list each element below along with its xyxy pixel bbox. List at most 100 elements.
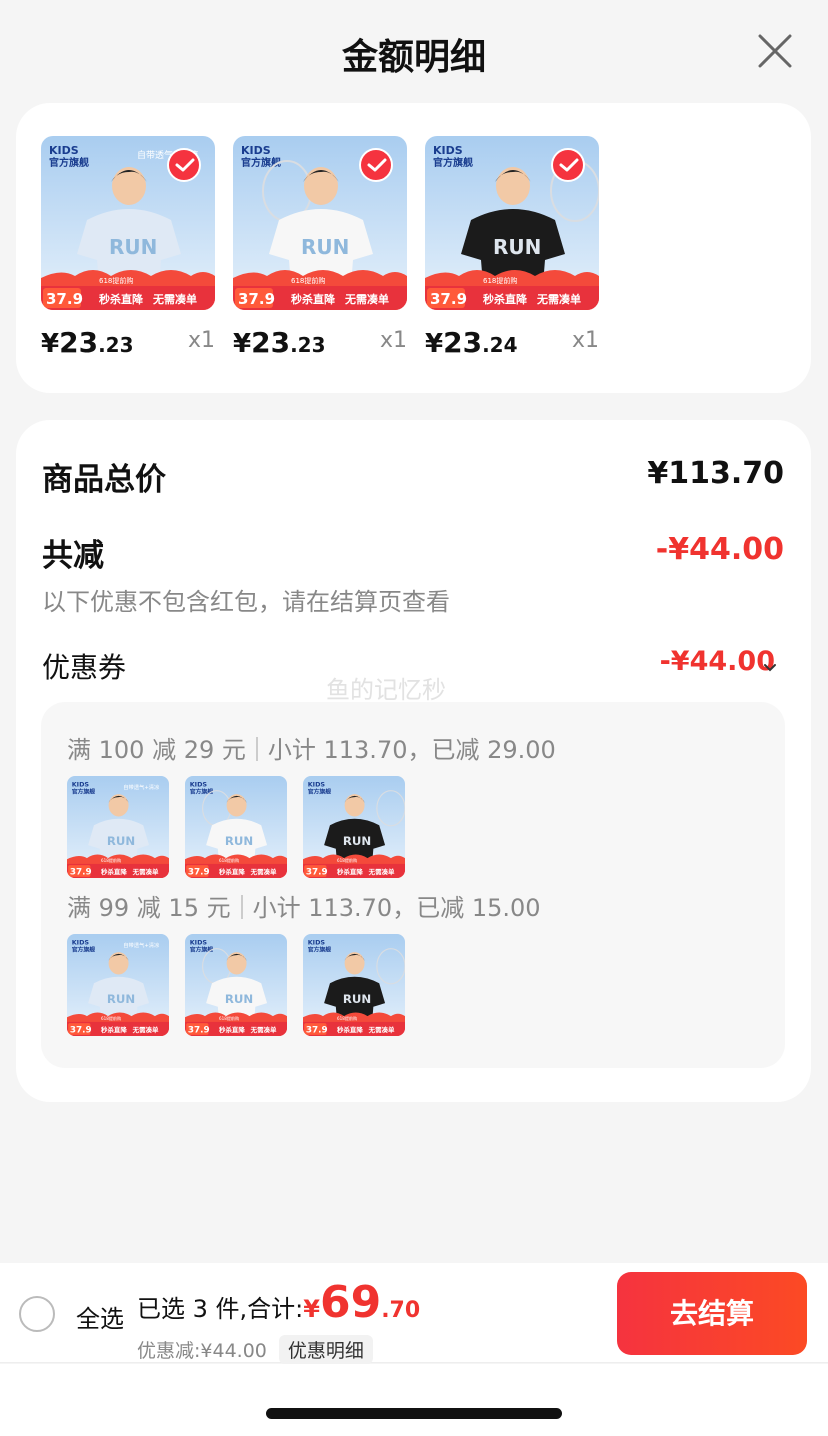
svg-text:RUN: RUN <box>301 235 349 259</box>
total-reduction-value: -¥44.00 <box>655 532 784 567</box>
product-price: ¥23.23 <box>233 326 326 359</box>
svg-text:秒杀直降: 秒杀直降 <box>337 867 363 876</box>
svg-text:618提前购: 618提前购 <box>337 1015 357 1021</box>
check-icon[interactable] <box>551 148 585 182</box>
select-all-label[interactable]: 全选 <box>76 1299 124 1334</box>
home-indicator[interactable] <box>266 1408 562 1419</box>
svg-text:37.9: 37.9 <box>306 1025 328 1035</box>
product-item[interactable]: KIDS 官方旗舰 RUN 618提前购 37.9 秒杀直降 无需凑单 ¥23.… <box>233 136 407 359</box>
product-price: ¥23.23 <box>41 326 134 359</box>
svg-text:官方旗舰: 官方旗舰 <box>241 156 281 169</box>
svg-text:RUN: RUN <box>225 834 253 848</box>
svg-text:秒杀直降: 秒杀直降 <box>483 292 528 306</box>
total-reduction-label: 共减 <box>42 538 104 574</box>
discount-detail-button[interactable]: 优惠明细 <box>278 1335 373 1364</box>
svg-text:KIDS: KIDS <box>72 781 90 789</box>
svg-text:无需凑单: 无需凑单 <box>132 1025 159 1034</box>
svg-text:RUN: RUN <box>493 235 541 259</box>
home-area <box>0 1364 828 1436</box>
svg-text:618提前购: 618提前购 <box>483 276 517 285</box>
svg-text:无需凑单: 无需凑单 <box>152 292 197 306</box>
svg-text:秒杀直降: 秒杀直降 <box>101 867 127 876</box>
svg-text:618提前购: 618提前购 <box>219 1015 239 1021</box>
svg-text:RUN: RUN <box>107 992 135 1006</box>
svg-text:秒杀直降: 秒杀直降 <box>219 1025 245 1034</box>
checkout-button[interactable]: 去结算 <box>617 1272 807 1355</box>
svg-text:37.9: 37.9 <box>70 867 92 877</box>
svg-text:KIDS: KIDS <box>49 144 79 157</box>
svg-text:无需凑单: 无需凑单 <box>536 292 581 306</box>
coupon-value[interactable]: -¥44.00 <box>660 646 775 677</box>
svg-text:无需凑单: 无需凑单 <box>368 867 395 876</box>
svg-text:秒杀直降: 秒杀直降 <box>337 1025 363 1034</box>
svg-text:无需凑单: 无需凑单 <box>344 292 389 306</box>
svg-text:37.9: 37.9 <box>188 1025 210 1035</box>
product-quantity: x1 <box>379 328 407 353</box>
discount-summary: 优惠减:¥44.00 优惠明细 <box>137 1335 373 1364</box>
product-quantity: x1 <box>571 328 599 353</box>
total-price-label: 商品总价 <box>42 462 166 498</box>
svg-text:秒杀直降: 秒杀直降 <box>219 867 245 876</box>
svg-text:618提前购: 618提前购 <box>101 857 121 863</box>
svg-text:KIDS: KIDS <box>190 781 208 789</box>
close-icon[interactable] <box>752 28 798 74</box>
svg-text:37.9: 37.9 <box>238 290 275 308</box>
svg-text:618提前购: 618提前购 <box>219 857 239 863</box>
svg-text:618提前购: 618提前购 <box>291 276 325 285</box>
svg-text:RUN: RUN <box>343 992 371 1006</box>
svg-text:37.9: 37.9 <box>46 290 83 308</box>
coupon-rule: 满 99 减 15 元小计 113.70，已减 15.00 <box>67 894 541 922</box>
watermark: 鱼的记忆秒 <box>326 676 446 704</box>
product-quantity: x1 <box>187 328 215 353</box>
coupon-product-thumbnail: KIDS 官方旗舰 自带透气+清凉 RUN 618提前购 37.9 秒杀直降 无… <box>67 776 169 878</box>
coupon-detail-box: 满 100 减 29 元小计 113.70，已减 29.00 KIDS 官方旗舰… <box>41 702 785 1068</box>
svg-text:KIDS: KIDS <box>308 939 326 947</box>
select-all-radio[interactable] <box>19 1296 55 1332</box>
page-title: 金额明细 <box>341 37 486 78</box>
svg-text:秒杀直降: 秒杀直降 <box>101 1025 127 1034</box>
coupon-label: 优惠券 <box>42 651 127 684</box>
product-price: ¥23.24 <box>425 326 518 359</box>
svg-text:无需凑单: 无需凑单 <box>250 867 277 876</box>
svg-text:KIDS: KIDS <box>308 781 326 789</box>
svg-text:无需凑单: 无需凑单 <box>250 1025 277 1034</box>
svg-text:秒杀直降: 秒杀直降 <box>291 292 336 306</box>
coupon-product-thumbnail: KIDS 官方旗舰 自带透气+清凉 RUN 618提前购 37.9 秒杀直降 无… <box>67 934 169 1036</box>
chevron-down-icon[interactable] <box>763 658 777 677</box>
svg-text:37.9: 37.9 <box>306 867 328 877</box>
svg-text:KIDS: KIDS <box>433 144 463 157</box>
svg-text:618提前购: 618提前购 <box>101 1015 121 1021</box>
check-icon[interactable] <box>359 148 393 182</box>
svg-text:RUN: RUN <box>343 834 371 848</box>
svg-text:KIDS: KIDS <box>190 939 208 947</box>
sheet-header: 金额明细 <box>0 0 828 104</box>
svg-text:KIDS: KIDS <box>72 939 90 947</box>
svg-text:RUN: RUN <box>225 992 253 1006</box>
svg-text:37.9: 37.9 <box>188 867 210 877</box>
svg-text:无需凑单: 无需凑单 <box>132 867 159 876</box>
coupon-product-thumbnail: KIDS 官方旗舰 RUN 618提前购 37.9 秒杀直降 无需凑单 <box>185 776 287 878</box>
svg-text:37.9: 37.9 <box>430 290 467 308</box>
svg-text:无需凑单: 无需凑单 <box>368 1025 395 1034</box>
selected-summary: 已选 3 件,合计:¥69.70 <box>137 1277 421 1328</box>
total-price-value: ¥113.70 <box>647 456 784 491</box>
svg-text:秒杀直降: 秒杀直降 <box>99 292 144 306</box>
checkout-bar: 全选 已选 3 件,合计:¥69.70 优惠减:¥44.00 优惠明细 去结算 <box>0 1263 828 1364</box>
discount-note: 以下优惠不包含红包，请在结算页查看 <box>42 588 450 616</box>
coupon-rule: 满 100 减 29 元小计 113.70，已减 29.00 <box>67 736 556 764</box>
product-item[interactable]: KIDS 官方旗舰 自带透气+清凉 RUN 618提前购 37.9 秒杀直降 无… <box>41 136 215 359</box>
svg-text:618提前购: 618提前购 <box>99 276 133 285</box>
svg-text:KIDS: KIDS <box>241 144 271 157</box>
svg-text:37.9: 37.9 <box>70 1025 92 1035</box>
svg-text:618提前购: 618提前购 <box>337 857 357 863</box>
product-card: KIDS 官方旗舰 自带透气+清凉 RUN 618提前购 37.9 秒杀直降 无… <box>16 103 811 393</box>
coupon-product-thumbnail: KIDS 官方旗舰 RUN 618提前购 37.9 秒杀直降 无需凑单 <box>185 934 287 1036</box>
svg-text:官方旗舰: 官方旗舰 <box>433 156 473 169</box>
svg-text:RUN: RUN <box>107 834 135 848</box>
price-summary-card: 商品总价 ¥113.70 共减 -¥44.00 以下优惠不包含红包，请在结算页查… <box>16 420 811 1102</box>
check-icon[interactable] <box>167 148 201 182</box>
product-item[interactable]: KIDS 官方旗舰 RUN 618提前购 37.9 秒杀直降 无需凑单 ¥23.… <box>425 136 599 359</box>
svg-text:RUN: RUN <box>109 235 157 259</box>
coupon-product-thumbnail: KIDS 官方旗舰 RUN 618提前购 37.9 秒杀直降 无需凑单 <box>303 776 405 878</box>
coupon-product-thumbnail: KIDS 官方旗舰 RUN 618提前购 37.9 秒杀直降 无需凑单 <box>303 934 405 1036</box>
